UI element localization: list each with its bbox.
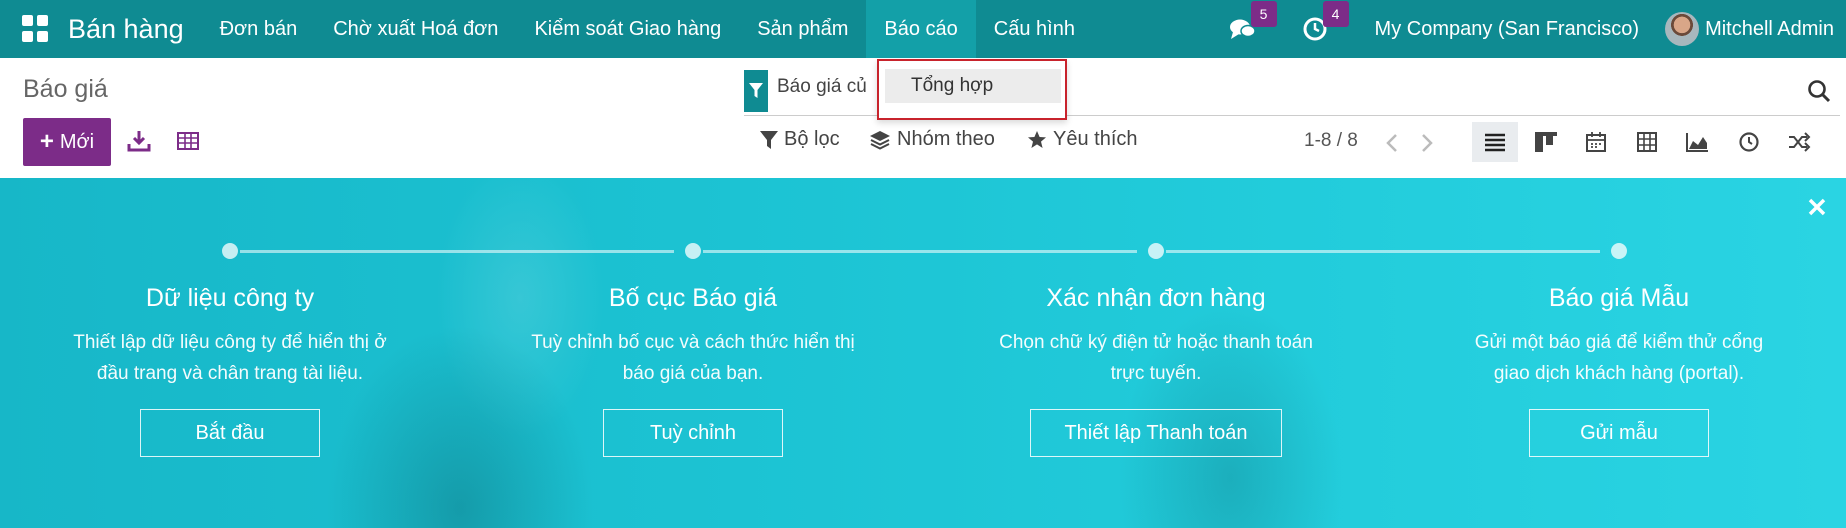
progress-dot — [1148, 243, 1164, 259]
start-button[interactable]: Bắt đầu — [140, 409, 320, 457]
step-description-line: Chọn chữ ký điện tử hoặc thanh toán — [999, 332, 1313, 353]
onboarding-step-quote-layout: Bố cục Báo giá Tuỳ chỉnh bố cục và cách … — [493, 284, 893, 389]
step-description-line: giao dịch khách hàng (portal). — [1493, 363, 1745, 384]
step-description-line: đầu trang và chân trang tài liệu. — [96, 363, 364, 384]
favorites-label: Yêu thích — [1053, 128, 1138, 150]
filters-button[interactable]: Bộ lọc — [760, 128, 840, 151]
activity-clock-icon — [1739, 132, 1759, 152]
step-description-line: báo giá của bạn. — [622, 363, 764, 384]
progress-dot — [222, 243, 238, 259]
spreadsheet-icon[interactable] — [175, 128, 201, 154]
area-chart-icon — [1686, 133, 1708, 152]
pager-value[interactable]: 1-8 / 8 — [1304, 130, 1358, 152]
step-description-line: Thiết lập dữ liệu công ty để hiển thị ở — [73, 332, 387, 353]
step-description-line: Gửi một báo giá để kiểm thử cổng — [1474, 332, 1764, 353]
step-title: Báo giá Mẫu — [1548, 284, 1690, 312]
menu-kiem-soat-giao-hang[interactable]: Kiểm soát Giao hàng — [516, 0, 739, 58]
app-brand[interactable]: Bán hàng — [68, 14, 184, 45]
plus-icon: + — [39, 128, 54, 155]
user-menu[interactable]: Mitchell Admin — [1705, 18, 1834, 41]
cohort-view-button[interactable] — [1776, 122, 1822, 162]
list-icon — [1485, 133, 1505, 152]
menu-bao-cao[interactable]: Báo cáo — [866, 0, 976, 58]
pivot-table-icon — [1637, 132, 1657, 152]
messages-button[interactable]: 5 — [1229, 1, 1277, 43]
pager-next-icon[interactable] — [1416, 132, 1436, 154]
step-title: Bố cục Báo giá — [608, 284, 778, 312]
apps-menu-icon[interactable] — [22, 15, 50, 43]
kanban-icon — [1535, 132, 1557, 152]
favorites-button[interactable]: Yêu thích — [1027, 128, 1138, 151]
pager-previous-icon[interactable] — [1383, 132, 1403, 154]
menu-cau-hinh[interactable]: Cấu hình — [976, 0, 1093, 58]
kanban-view-button[interactable] — [1523, 122, 1569, 162]
calendar-view-button[interactable] — [1573, 122, 1619, 162]
progress-line — [240, 250, 674, 253]
onboarding-step-order-confirmation: Xác nhận đơn hàng Chọn chữ ký điện tử ho… — [956, 284, 1356, 389]
onboarding-step-sample-quotation: Báo giá Mẫu Gửi một báo giá để kiểm thử … — [1419, 284, 1819, 389]
step-description: Gửi một báo giá để kiểm thử cổng giao dị… — [1419, 327, 1819, 389]
menu-san-pham[interactable]: Sản phẩm — [739, 0, 866, 58]
step-description: Chọn chữ ký điện tử hoặc thanh toán trực… — [956, 327, 1356, 389]
filter-facet-icon — [744, 70, 768, 112]
step-description: Thiết lập dữ liệu công ty để hiển thị ở … — [30, 327, 430, 389]
filters-label: Bộ lọc — [784, 128, 840, 150]
progress-dot — [1611, 243, 1627, 259]
step-description: Tuỳ chỉnh bố cục và cách thức hiển thị b… — [493, 327, 893, 389]
page-title[interactable]: Báo giá — [23, 75, 108, 104]
list-view-button[interactable] — [1472, 122, 1518, 162]
user-avatar[interactable] — [1665, 12, 1700, 46]
progress-line — [1166, 250, 1600, 253]
onboarding-step-company-data: Dữ liệu công ty Thiết lập dữ liệu công t… — [30, 284, 430, 389]
download-icon[interactable] — [126, 128, 152, 154]
progress-line — [703, 250, 1137, 253]
top-navbar: Bán hàng Đơn bán Chờ xuất Hoá đơn Kiểm s… — [0, 0, 1846, 58]
close-icon[interactable] — [1806, 196, 1828, 218]
search-facet[interactable]: Báo giá củ — [777, 76, 867, 98]
step-title: Xác nhận đơn hàng — [1046, 284, 1266, 312]
menu-cho-xuat-hoa-don[interactable]: Chờ xuất Hoá đơn — [315, 0, 516, 58]
activities-button[interactable]: 4 — [1301, 1, 1349, 43]
shuffle-icon — [1789, 132, 1811, 152]
onboarding-banner: Dữ liệu công ty Thiết lập dữ liệu công t… — [0, 178, 1846, 528]
search-icon[interactable] — [1806, 78, 1832, 104]
step-description-line: Tuỳ chỉnh bố cục và cách thức hiển thị — [531, 332, 855, 353]
activities-count-badge: 4 — [1322, 1, 1349, 27]
new-button-label: Mới — [59, 130, 95, 153]
funnel-icon — [760, 130, 778, 149]
calendar-icon — [1586, 132, 1606, 152]
group-by-button[interactable]: Nhóm theo — [869, 128, 995, 151]
step-title: Dữ liệu công ty — [145, 284, 315, 312]
customize-button[interactable]: Tuỳ chỉnh — [603, 409, 783, 457]
activity-view-button[interactable] — [1726, 122, 1772, 162]
graph-view-button[interactable] — [1674, 122, 1720, 162]
star-icon — [1028, 130, 1046, 148]
send-sample-button[interactable]: Gửi mẫu — [1529, 409, 1709, 457]
company-switcher[interactable]: My Company (San Francisco) — [1375, 18, 1640, 41]
menu-don-ban[interactable]: Đơn bán — [202, 0, 316, 58]
group-by-label: Nhóm theo — [897, 128, 995, 150]
new-button[interactable]: + Mới — [23, 118, 111, 166]
progress-dot — [685, 243, 701, 259]
dropdown-item-summary[interactable]: Tổng hợp — [885, 69, 1061, 103]
setup-payment-button[interactable]: Thiết lập Thanh toán — [1030, 409, 1282, 457]
reporting-dropdown: Tổng hợp — [877, 59, 1067, 120]
messages-count-badge: 5 — [1250, 1, 1277, 27]
step-description-line: trực tuyến. — [1110, 363, 1202, 384]
layers-icon — [870, 130, 890, 150]
pivot-view-button[interactable] — [1624, 122, 1670, 162]
